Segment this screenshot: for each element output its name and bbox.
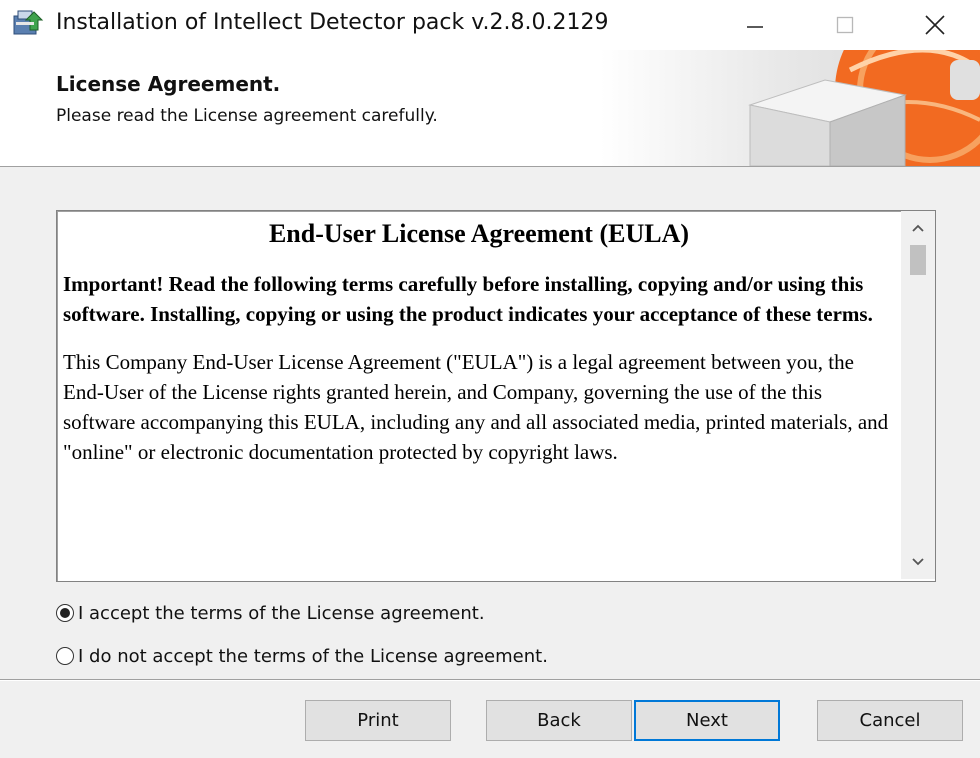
decline-radio[interactable] (56, 647, 74, 665)
button-divider (0, 679, 980, 681)
wizard-header: License Agreement. Please read the Licen… (0, 50, 980, 167)
eula-content: End-User License Agreement (EULA) Import… (63, 211, 895, 579)
eula-important-notice: Important! Read the following terms care… (63, 272, 873, 326)
scroll-thumb[interactable] (910, 245, 926, 275)
accept-label: I accept the terms of the License agreem… (78, 602, 485, 624)
chevron-down-icon (912, 558, 924, 566)
banner-image (600, 50, 980, 166)
decline-label: I do not accept the terms of the License… (78, 645, 548, 667)
installer-icon (13, 10, 44, 35)
wizard-body: End-User License Agreement (EULA) Import… (0, 167, 980, 758)
maximize-button[interactable] (800, 0, 890, 50)
accept-radio[interactable] (56, 604, 74, 622)
eula-textbox[interactable]: End-User License Agreement (EULA) Import… (56, 210, 936, 582)
accept-terms-option[interactable]: I accept the terms of the License agreem… (56, 599, 485, 627)
close-button[interactable] (890, 0, 980, 50)
print-button[interactable]: Print (305, 700, 451, 741)
page-title: License Agreement. (56, 72, 281, 96)
eula-paragraph: This Company End-User License Agreement … (63, 350, 889, 464)
window-title: Installation of Intellect Detector pack … (56, 10, 609, 35)
scroll-down-button[interactable] (901, 545, 935, 579)
next-button[interactable]: Next (634, 700, 780, 741)
back-button[interactable]: Back (486, 700, 632, 741)
cancel-button[interactable]: Cancel (817, 700, 963, 741)
decline-terms-option[interactable]: I do not accept the terms of the License… (56, 642, 548, 670)
eula-scrollbar[interactable] (901, 211, 935, 579)
chevron-up-icon (912, 224, 924, 232)
maximize-icon (836, 16, 854, 34)
scroll-up-button[interactable] (901, 211, 935, 245)
page-subtitle: Please read the License agreement carefu… (56, 106, 438, 126)
title-bar: Installation of Intellect Detector pack … (0, 0, 980, 50)
eula-heading: End-User License Agreement (EULA) (268, 219, 690, 248)
minimize-icon (747, 26, 763, 28)
minimize-button[interactable] (710, 0, 800, 50)
close-icon (925, 15, 945, 35)
